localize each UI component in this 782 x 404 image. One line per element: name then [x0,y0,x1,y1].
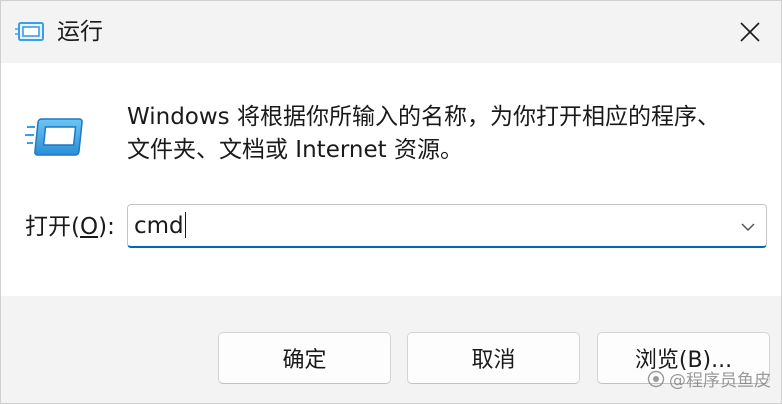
cancel-button[interactable]: 取消 [407,332,580,384]
ok-button[interactable]: 确定 [218,332,391,384]
dialog-body: Windows 将根据你所输入的名称，为你打开相应的程序、 文件夹、文档或 In… [1,63,781,296]
description-line-1: Windows 将根据你所输入的名称，为你打开相应的程序、 [127,104,720,130]
open-label-suffix: ): [98,214,115,240]
open-label-accelerator: O [79,214,99,240]
watermark: @程序员鱼皮 [647,366,771,391]
watermark-logo-icon [647,370,665,387]
window-title: 运行 [57,19,103,45]
open-label: 打开(O): [25,210,115,244]
run-dialog-icon [15,22,44,41]
close-button[interactable] [719,1,781,63]
open-input[interactable]: cmd [134,209,186,243]
text-caret [184,212,186,238]
description-text: Windows 将根据你所输入的名称，为你打开相应的程序、 文件夹、文档或 In… [127,101,767,167]
open-input-value: cmd [134,213,184,239]
description-line-2: 文件夹、文档或 Internet 资源。 [127,137,463,163]
run-program-icon [25,118,83,156]
chevron-down-icon[interactable] [738,217,758,237]
watermark-text: @程序员鱼皮 [669,371,771,391]
open-label-prefix: 打开( [25,214,80,240]
title-bar[interactable]: 运行 [1,1,781,63]
close-icon [740,22,760,42]
open-combobox[interactable]: cmd [127,204,767,248]
run-dialog: 运行 Windows 将根据你所输入的名称，为你打开相应的程序、 文件夹、文档或… [0,0,782,404]
button-bar: 确定 取消 浏览(B)... @程序员鱼皮 [1,296,781,403]
